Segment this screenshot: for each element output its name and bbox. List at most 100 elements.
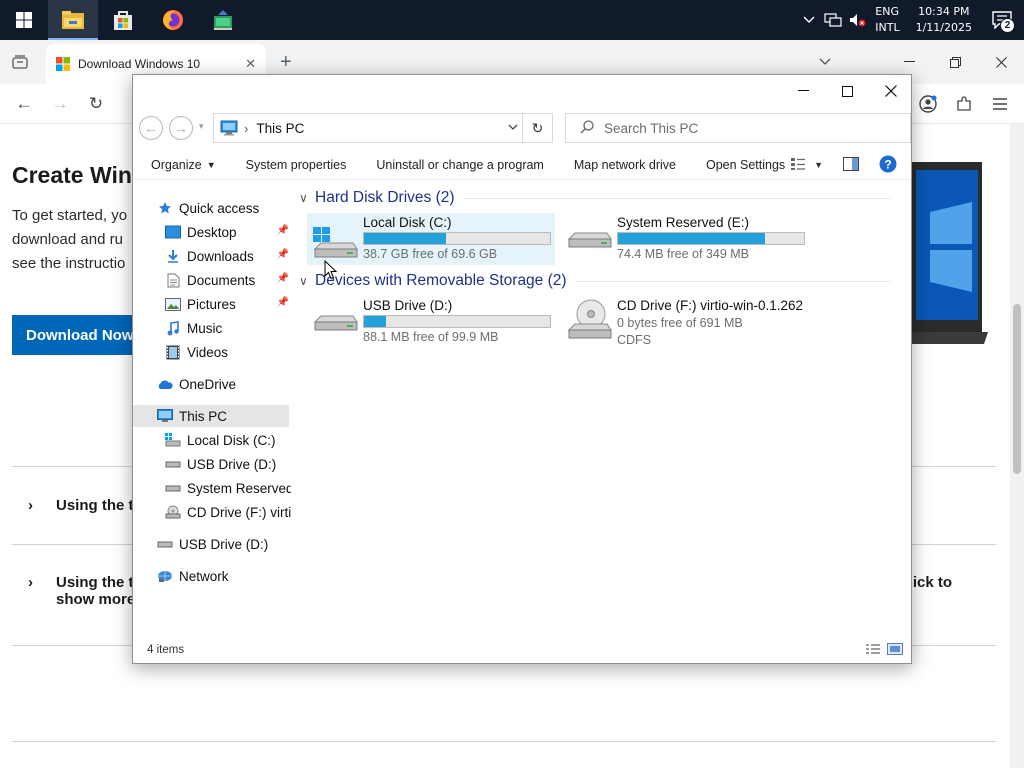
drive-usage-fill	[618, 233, 765, 244]
nav-system-reserved[interactable]: System Reserved	[165, 477, 291, 499]
taskbar-firefox[interactable]	[148, 0, 198, 40]
drive-free-space: 38.7 GB free of 69.6 GB	[363, 247, 498, 261]
profile-icon[interactable]	[916, 92, 940, 116]
nav-pictures[interactable]: Pictures 📌	[165, 293, 289, 315]
group-removable-storage[interactable]: ∨ Devices with Removable Storage (2)	[299, 270, 899, 292]
search-box[interactable]	[565, 113, 911, 143]
nav-label: Pictures	[187, 296, 236, 312]
pin-icon[interactable]: 📌	[277, 249, 289, 260]
search-input[interactable]	[604, 120, 894, 136]
browser-restore-icon[interactable]	[932, 40, 978, 84]
nav-usb-drive-d[interactable]: USB Drive (D:)	[165, 453, 276, 475]
music-icon	[165, 320, 181, 336]
nav-label: Music	[187, 320, 223, 336]
forward-arrow-icon[interactable]: →	[48, 92, 72, 116]
breadcrumb-separator-icon[interactable]: ›	[244, 121, 248, 136]
forward-button[interactable]: →	[169, 116, 193, 140]
minimize-icon[interactable]	[781, 75, 825, 107]
content-pane: ∨ Hard Disk Drives (2) Local Disk (C:) 3…	[293, 183, 911, 637]
chevron-down-icon: ∨	[299, 191, 308, 205]
open-settings-button[interactable]: Open Settings	[691, 150, 800, 180]
drive-tile-cd-drive-f[interactable]: CD Drive (F:) virtio-win-0.1.262 0 bytes…	[561, 296, 861, 348]
taskbar-app[interactable]	[198, 0, 248, 40]
accordion-item-label-line: Using the t	[56, 574, 134, 591]
item-count: 4 items	[147, 644, 185, 656]
nav-network[interactable]: Network	[157, 565, 229, 587]
search-icon	[580, 119, 594, 137]
nav-label: Quick access	[179, 200, 260, 216]
network-icon[interactable]	[821, 0, 845, 40]
taskbar: ENG INTL 10:34 PM 1/11/2025 2	[0, 0, 1024, 40]
browser-close-icon[interactable]	[978, 40, 1024, 84]
scrollbar-thumb[interactable]	[1013, 304, 1021, 474]
help-icon[interactable]: ?	[869, 155, 911, 176]
cd-drive-icon	[561, 296, 617, 348]
taskbar-file-explorer[interactable]	[48, 0, 98, 40]
drive-name: USB Drive (D:)	[363, 298, 453, 313]
new-tab-icon[interactable]: +	[280, 52, 292, 72]
nav-downloads[interactable]: Downloads 📌	[165, 245, 289, 267]
system-properties-button[interactable]: System properties	[231, 150, 362, 180]
group-hard-disk-drives[interactable]: ∨ Hard Disk Drives (2)	[299, 187, 899, 209]
taskbar-microsoft-store[interactable]	[98, 0, 148, 40]
volume-muted-icon[interactable]	[845, 0, 869, 40]
tab-actions-icon[interactable]	[8, 50, 32, 74]
group-divider	[575, 281, 891, 282]
close-icon[interactable]	[869, 75, 913, 107]
command-label: Organize	[151, 157, 202, 172]
chevron-up-icon[interactable]	[797, 0, 821, 40]
drive-tile-usb-drive-d[interactable]: USB Drive (D:) 88.1 MB free of 99.9 MB	[307, 296, 555, 348]
nav-videos[interactable]: Videos	[165, 341, 228, 363]
recent-locations-chevron-icon[interactable]: ▾	[199, 121, 204, 132]
input-language-indicator[interactable]: ENG INTL	[869, 4, 907, 36]
action-center-button[interactable]: 2	[980, 0, 1024, 40]
nav-documents[interactable]: Documents 📌	[165, 269, 289, 291]
clock[interactable]: 10:34 PM 1/11/2025	[908, 4, 980, 36]
drive-tile-system-reserved-e[interactable]: System Reserved (E:) 74.4 MB free of 349…	[561, 213, 809, 265]
back-arrow-icon[interactable]: ←	[12, 92, 36, 116]
microsoft-store-icon	[114, 11, 132, 30]
drive-name: System Reserved (E:)	[617, 215, 750, 230]
view-dropdown-icon[interactable]: ▼	[810, 160, 833, 170]
nav-cd-drive-f[interactable]: CD Drive (F:) virtio	[165, 501, 291, 523]
preview-pane-icon[interactable]	[833, 156, 869, 174]
nav-usb-drive-root[interactable]: USB Drive (D:)	[157, 533, 268, 555]
pin-icon[interactable]: 📌	[277, 297, 289, 308]
uninstall-program-button[interactable]: Uninstall or change a program	[361, 150, 558, 180]
pin-icon[interactable]: 📌	[277, 273, 289, 284]
drive-tile-local-disk-c[interactable]: Local Disk (C:) 38.7 GB free of 69.6 GB	[307, 213, 555, 265]
address-row: ← → ▾ › This PC ↻	[133, 112, 911, 144]
address-bar[interactable]: › This PC ↻	[213, 113, 553, 143]
start-button[interactable]	[0, 0, 48, 40]
drive-free-space: 0 bytes free of 691 MB	[617, 316, 743, 330]
nav-this-pc[interactable]: This PC	[133, 405, 289, 427]
nav-desktop[interactable]: Desktop 📌	[165, 221, 289, 243]
map-network-drive-button[interactable]: Map network drive	[559, 150, 691, 180]
reload-icon[interactable]: ↻	[84, 92, 108, 116]
nav-onedrive[interactable]: OneDrive	[157, 373, 236, 395]
nav-music[interactable]: Music	[165, 317, 222, 339]
back-button[interactable]: ←	[139, 116, 163, 140]
page-scrollbar[interactable]	[1010, 124, 1024, 768]
maximize-icon[interactable]	[825, 75, 869, 107]
videos-icon	[165, 344, 181, 360]
large-icons-view-icon[interactable]	[887, 643, 903, 658]
pin-icon[interactable]: 📌	[277, 225, 289, 236]
drive-name: Local Disk (C:)	[363, 215, 452, 230]
nav-label: Network	[179, 568, 229, 584]
organize-button[interactable]: Organize ▼	[133, 150, 231, 180]
change-view-icon[interactable]	[786, 157, 810, 174]
drive-usage-fill	[364, 233, 446, 244]
accordion-item[interactable]: › Using the t	[28, 497, 134, 514]
tab-close-icon[interactable]: ✕	[245, 56, 256, 72]
menu-icon[interactable]	[988, 92, 1012, 116]
firefox-icon	[163, 10, 183, 30]
address-dropdown-icon[interactable]	[508, 121, 518, 133]
refresh-icon[interactable]: ↻	[522, 114, 552, 142]
explorer-titlebar[interactable]	[133, 75, 911, 107]
nav-quick-access[interactable]: Quick access	[157, 197, 259, 219]
nav-local-disk-c[interactable]: Local Disk (C:)	[165, 429, 276, 451]
accordion-item[interactable]: › Using the t show more	[28, 574, 135, 608]
details-view-icon[interactable]	[865, 643, 881, 658]
extensions-icon[interactable]	[952, 92, 976, 116]
